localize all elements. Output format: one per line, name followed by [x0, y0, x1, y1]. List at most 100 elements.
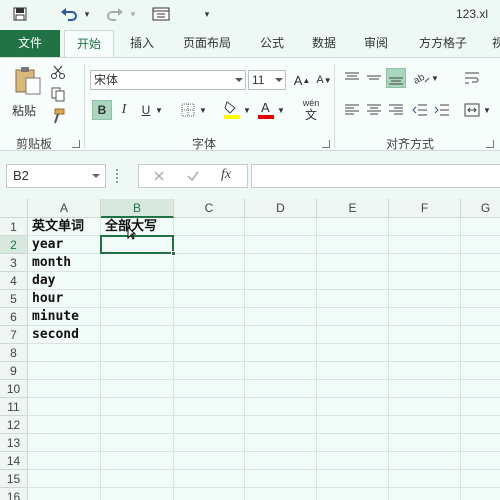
- cell-a6[interactable]: minute: [28, 308, 181, 326]
- fill-color-dropdown-icon[interactable]: ▼: [242, 100, 252, 120]
- name-box[interactable]: B2: [6, 164, 106, 188]
- row-header-5[interactable]: 5: [0, 290, 28, 308]
- orientation-dropdown-icon[interactable]: ▼: [430, 68, 440, 88]
- cell-a4[interactable]: day: [28, 272, 181, 290]
- grid-line: [244, 218, 245, 500]
- column-header-c[interactable]: C: [174, 199, 245, 218]
- tab-formulas[interactable]: 公式: [250, 30, 294, 57]
- italic-button[interactable]: I: [114, 100, 134, 120]
- tab-review[interactable]: 审阅: [354, 30, 398, 57]
- column-header-f[interactable]: F: [389, 199, 461, 218]
- paste-button[interactable]: 粘贴: [10, 64, 44, 120]
- column-header-g[interactable]: G: [461, 199, 500, 218]
- cut-icon[interactable]: [48, 62, 68, 82]
- row-header-7[interactable]: 7: [0, 326, 28, 344]
- increase-font-icon[interactable]: A ▲: [292, 70, 312, 90]
- copy-icon[interactable]: [48, 84, 68, 104]
- tab-fangfang[interactable]: 方方格子: [406, 30, 480, 57]
- tab-view[interactable]: 视: [488, 30, 500, 57]
- cell-b1[interactable]: 全部大写: [101, 218, 254, 236]
- row-header-16[interactable]: 16: [0, 488, 28, 500]
- column-header-d[interactable]: D: [245, 199, 317, 218]
- phonetic-guide-button[interactable]: wén 文: [298, 98, 324, 124]
- format-painter-icon[interactable]: [48, 106, 68, 126]
- worksheet-grid: A B C D E F G 1 2 3 4 5 6 7 8 9 10 11 12 13 14 15 16 英文单词 全部大写 ye…: [0, 199, 500, 500]
- row-header-10[interactable]: 10: [0, 380, 28, 398]
- row-header-8[interactable]: 8: [0, 344, 28, 362]
- fill-handle[interactable]: [171, 251, 176, 256]
- merge-center-icon[interactable]: [462, 100, 482, 120]
- grid-line: [28, 451, 500, 452]
- tab-page-layout[interactable]: 页面布局: [172, 30, 242, 57]
- fill-color-button[interactable]: [222, 98, 242, 122]
- align-middle-icon[interactable]: [364, 68, 384, 88]
- customize-qat-icon[interactable]: ▾: [200, 4, 214, 24]
- row-header-3[interactable]: 3: [0, 254, 28, 272]
- formula-input[interactable]: [251, 164, 500, 188]
- wrap-text-icon[interactable]: [462, 68, 482, 88]
- align-top-icon[interactable]: [342, 68, 362, 88]
- insert-function-icon[interactable]: fx: [221, 167, 231, 183]
- cell-a3[interactable]: month: [28, 254, 181, 272]
- borders-icon[interactable]: [178, 100, 198, 120]
- row-header-2[interactable]: 2: [0, 236, 28, 254]
- font-color-dropdown-icon[interactable]: ▼: [276, 100, 286, 120]
- tab-insert[interactable]: 插入: [120, 30, 164, 57]
- bold-button[interactable]: B: [92, 100, 112, 120]
- align-right-icon[interactable]: [386, 100, 406, 120]
- grid-line: [28, 379, 500, 380]
- cancel-icon[interactable]: [151, 168, 167, 184]
- undo-dropdown-icon[interactable]: ▾: [82, 4, 92, 24]
- row-header-12[interactable]: 12: [0, 416, 28, 434]
- underline-dropdown-icon[interactable]: ▼: [154, 100, 164, 120]
- cell-a5[interactable]: hour: [28, 290, 181, 308]
- chevron-down-icon: [92, 174, 100, 178]
- enter-check-icon[interactable]: [185, 168, 201, 184]
- font-name-select[interactable]: 宋体: [90, 70, 246, 90]
- clipboard-launcher-icon[interactable]: [72, 140, 80, 148]
- ribbon-tabs: 文件 开始 插入 页面布局 公式 数据 审阅 方方格子 视: [0, 30, 500, 58]
- tab-home[interactable]: 开始: [64, 30, 114, 58]
- decrease-font-icon[interactable]: A ▼: [314, 70, 334, 90]
- phonetic-top: wén: [302, 98, 320, 108]
- align-bottom-icon[interactable]: [386, 68, 406, 88]
- font-size-select[interactable]: 11: [248, 70, 286, 90]
- cell-a7[interactable]: second: [28, 326, 181, 344]
- active-cell-b2[interactable]: [100, 235, 174, 254]
- orientation-icon[interactable]: ab: [412, 68, 432, 88]
- undo-icon[interactable]: [58, 4, 80, 24]
- borders-dropdown-icon[interactable]: ▼: [198, 100, 208, 120]
- row-header-6[interactable]: 6: [0, 308, 28, 326]
- font-color-button[interactable]: A: [256, 98, 276, 122]
- select-all-corner[interactable]: [0, 199, 28, 218]
- redo-icon[interactable]: [104, 4, 126, 24]
- decrease-indent-icon[interactable]: [410, 100, 430, 120]
- tab-data[interactable]: 数据: [302, 30, 346, 57]
- column-header-b[interactable]: B: [101, 199, 174, 218]
- formula-bar-resize-handle[interactable]: [116, 169, 119, 183]
- row-header-14[interactable]: 14: [0, 452, 28, 470]
- align-center-icon[interactable]: [364, 100, 384, 120]
- column-header-a[interactable]: A: [28, 199, 101, 218]
- column-header-e[interactable]: E: [317, 199, 389, 218]
- window-title: 123.xl: [455, 7, 488, 21]
- alignment-launcher-icon[interactable]: [486, 140, 494, 148]
- font-launcher-icon[interactable]: [322, 140, 330, 148]
- name-box-value: B2: [13, 168, 29, 183]
- row-header-15[interactable]: 15: [0, 470, 28, 488]
- row-header-1[interactable]: 1: [0, 218, 28, 236]
- redo-dropdown-icon[interactable]: ▾: [128, 4, 138, 24]
- row-header-9[interactable]: 9: [0, 362, 28, 380]
- underline-button[interactable]: U: [136, 100, 156, 120]
- row-header-11[interactable]: 11: [0, 398, 28, 416]
- tab-file[interactable]: 文件: [0, 30, 60, 57]
- merge-dropdown-icon[interactable]: ▼: [482, 100, 492, 120]
- save-icon[interactable]: [10, 4, 30, 24]
- form-icon[interactable]: [150, 4, 172, 24]
- row-header-13[interactable]: 13: [0, 434, 28, 452]
- paste-icon: [14, 66, 42, 99]
- increase-indent-icon[interactable]: [432, 100, 452, 120]
- phonetic-bottom: 文: [304, 108, 317, 122]
- row-header-4[interactable]: 4: [0, 272, 28, 290]
- align-left-icon[interactable]: [342, 100, 362, 120]
